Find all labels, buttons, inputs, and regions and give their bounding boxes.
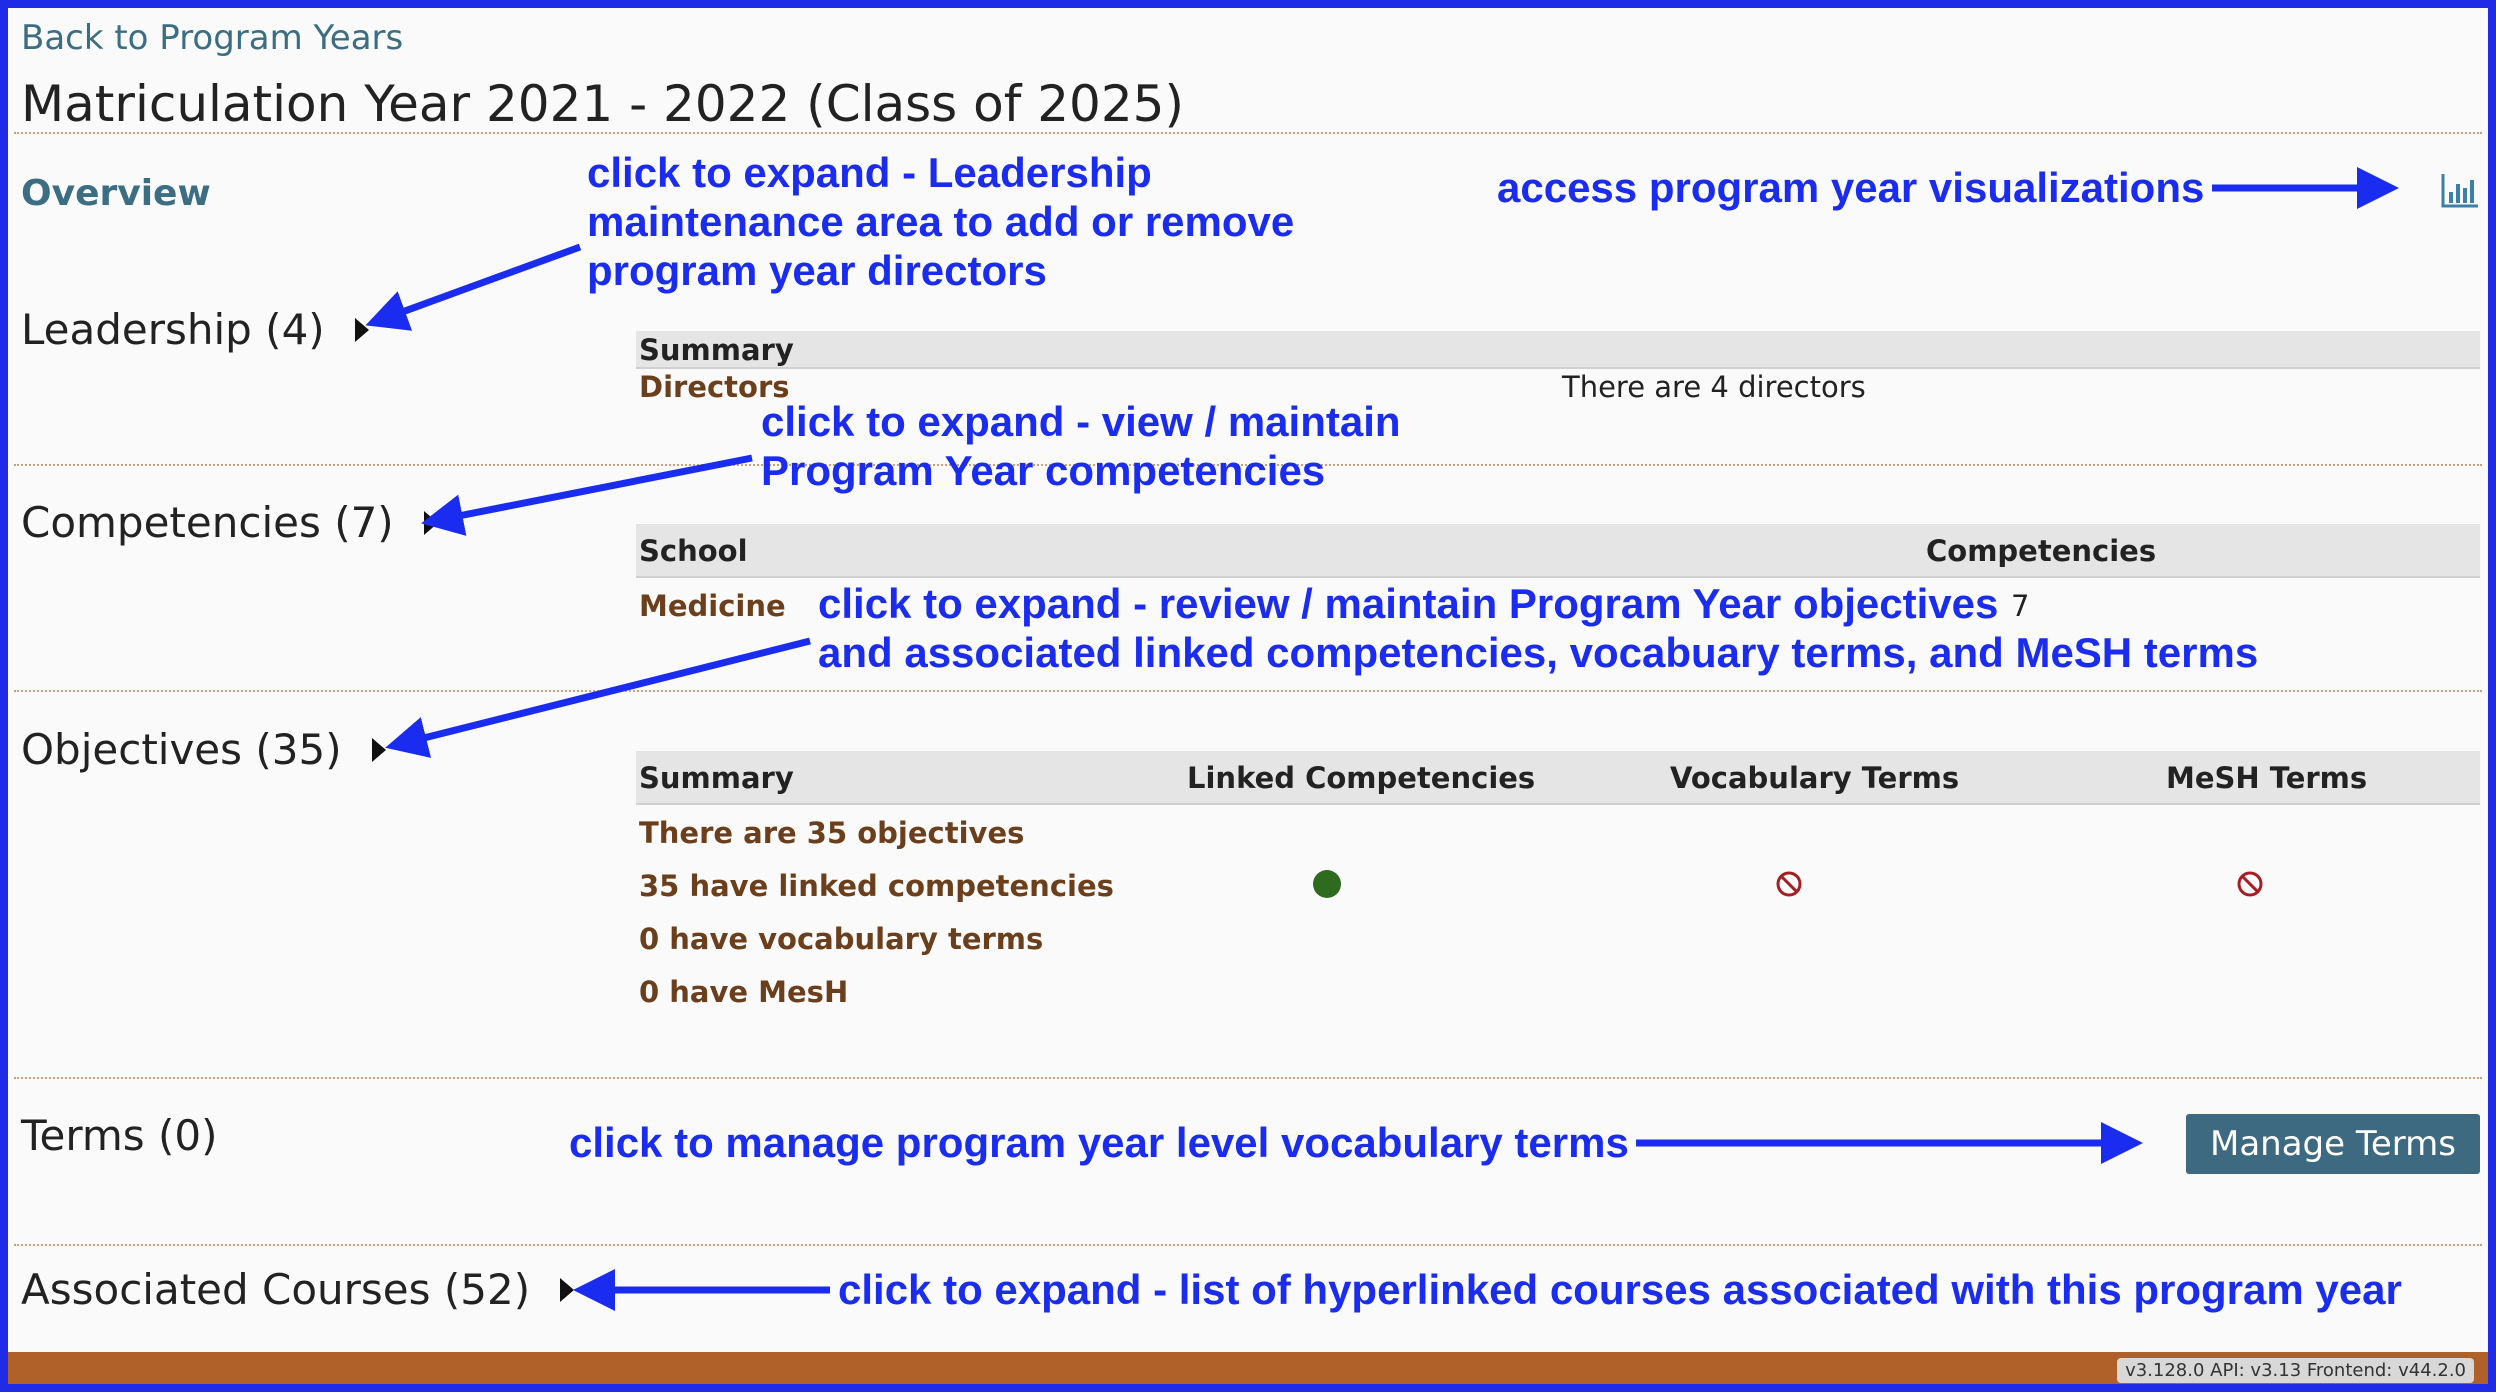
arrow-competencies <box>421 454 753 536</box>
arrow-objectives <box>385 637 811 758</box>
arrow-leadership <box>365 243 582 331</box>
annotation-arrows <box>365 167 2399 1311</box>
